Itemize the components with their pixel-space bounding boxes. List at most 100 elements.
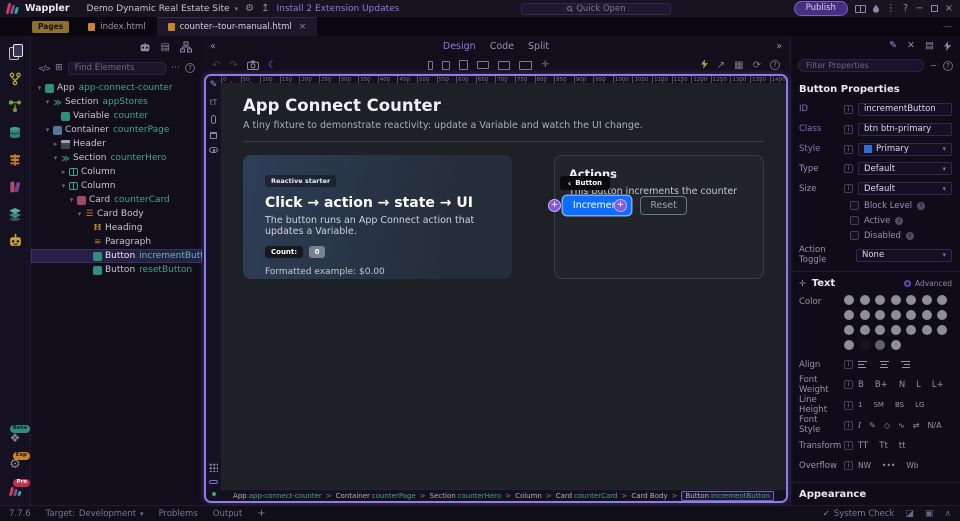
share-export-icon[interactable]: ↗ bbox=[717, 60, 725, 71]
trash-icon[interactable]: ▣ bbox=[925, 509, 934, 519]
pages-badge[interactable]: Pages bbox=[32, 21, 69, 33]
properties-tab-icon[interactable]: ✎ bbox=[889, 40, 897, 51]
font-style-italic[interactable]: I bbox=[858, 421, 861, 430]
font-style-squiggle[interactable]: ∿ bbox=[898, 421, 905, 430]
screenshot-camera-icon[interactable] bbox=[247, 60, 259, 70]
color-swatch-23[interactable] bbox=[875, 340, 885, 350]
system-check-button[interactable]: ✓ System Check bbox=[823, 509, 895, 519]
dark-mode-moon-icon[interactable]: ☾ bbox=[268, 60, 277, 71]
expand-chevron-icon[interactable]: ▾ bbox=[35, 84, 44, 92]
tab-index-html[interactable]: index.html bbox=[77, 17, 156, 36]
line-height-sm[interactable]: SM bbox=[873, 401, 883, 409]
blocks-layers-icon[interactable] bbox=[0, 200, 30, 227]
style-select[interactable]: Primary ▾ bbox=[858, 143, 952, 156]
hero-card[interactable]: Reactive starter Click → action → state … bbox=[243, 155, 512, 279]
collapse-statusbar-icon[interactable]: ∧ bbox=[944, 509, 951, 519]
color-swatch-8[interactable] bbox=[860, 310, 870, 320]
tree-item-countercard[interactable]: ▾CardcounterCard bbox=[31, 193, 202, 207]
preview-eye-icon[interactable] bbox=[209, 147, 218, 153]
font-weight-b[interactable]: B+ bbox=[875, 380, 888, 390]
transform-tt[interactable]: Tt bbox=[879, 441, 888, 451]
align-left-icon[interactable] bbox=[858, 361, 868, 368]
device-tablet-icon[interactable] bbox=[459, 60, 468, 70]
advanced-toggle[interactable]: Advanced bbox=[904, 279, 952, 288]
device-phablet-icon[interactable] bbox=[442, 61, 450, 70]
device-frame-icon[interactable] bbox=[211, 115, 216, 124]
ruler-toggle-icon[interactable] bbox=[209, 480, 218, 484]
color-swatch-7[interactable] bbox=[844, 310, 854, 320]
quick-actions-lightning-icon[interactable] bbox=[701, 59, 708, 72]
events-lightning-icon[interactable] bbox=[944, 41, 951, 51]
help-icon[interactable]: ? bbox=[770, 60, 780, 70]
routing-signpost-icon[interactable] bbox=[0, 146, 30, 173]
align-right-icon[interactable] bbox=[900, 361, 910, 368]
color-swatch-2[interactable] bbox=[875, 295, 885, 305]
color-swatch-18[interactable] bbox=[906, 325, 916, 335]
tree-item-counterhero[interactable]: ▾≫SectioncounterHero bbox=[31, 151, 202, 165]
tree-item-app-connect-counter[interactable]: ▾Appapp-connect-counter bbox=[31, 81, 202, 95]
workflows-icon[interactable] bbox=[0, 65, 30, 92]
font-weight-b[interactable]: B bbox=[858, 380, 864, 390]
line-height-lg[interactable]: LG bbox=[915, 401, 924, 409]
grid-toggle-icon[interactable] bbox=[209, 463, 218, 472]
expand-chevron-icon[interactable]: ▸ bbox=[59, 168, 68, 176]
undo-icon[interactable]: ↶ bbox=[212, 60, 220, 71]
design-palette-icon[interactable] bbox=[0, 173, 30, 200]
expand-chevron-icon[interactable]: ▾ bbox=[75, 210, 84, 218]
color-swatch-16[interactable] bbox=[875, 325, 885, 335]
breadcrumb-item-counterhero[interactable]: SectioncounterHero bbox=[430, 492, 502, 500]
experimental-icon[interactable]: ⚙ Exp bbox=[0, 451, 30, 478]
output-button[interactable]: Output bbox=[213, 509, 243, 519]
minimize-button[interactable]: − bbox=[915, 4, 923, 14]
color-swatch-17[interactable] bbox=[891, 325, 901, 335]
breadcrumb-item-column[interactable]: Column bbox=[515, 492, 542, 500]
tree-item-counter[interactable]: Variablecounter bbox=[31, 109, 202, 123]
tab-close-icon[interactable]: × bbox=[299, 22, 307, 32]
layout-panels-icon[interactable] bbox=[855, 5, 866, 13]
align-center-icon[interactable] bbox=[879, 361, 889, 368]
color-swatch-0[interactable] bbox=[844, 295, 854, 305]
expand-chevron-icon[interactable]: ▾ bbox=[59, 182, 68, 190]
refresh-icon[interactable]: ⟳ bbox=[753, 60, 761, 71]
tree-item-heading[interactable]: HHeading bbox=[31, 221, 202, 235]
publish-button[interactable]: Publish bbox=[794, 1, 848, 16]
color-swatch-4[interactable] bbox=[906, 295, 916, 305]
overflow-wb[interactable]: Wb bbox=[906, 461, 918, 470]
settings-gear-icon[interactable]: ⚙ bbox=[245, 4, 254, 14]
add-after-button[interactable]: + bbox=[614, 199, 627, 212]
filter-properties-input[interactable] bbox=[798, 59, 924, 72]
breadcrumb-item-countercard[interactable]: CardcounterCard bbox=[556, 492, 618, 500]
quick-open-button[interactable]: Quick Open bbox=[521, 3, 671, 15]
database-icon[interactable] bbox=[0, 119, 30, 146]
size-select[interactable]: Default ▾ bbox=[858, 182, 952, 195]
font-weight-n[interactable]: N bbox=[899, 380, 905, 390]
overflow-[interactable]: ••• bbox=[882, 461, 895, 470]
server-connect-icon[interactable] bbox=[0, 92, 30, 119]
color-swatch-12[interactable] bbox=[922, 310, 932, 320]
app-structure-tree-icon[interactable] bbox=[180, 41, 192, 53]
help-icon[interactable]: ? bbox=[943, 61, 953, 71]
apps-grid-icon[interactable]: ▦ bbox=[734, 60, 743, 71]
expand-chevron-icon[interactable]: ▾ bbox=[43, 98, 52, 106]
add-panel-button[interactable]: + bbox=[257, 508, 265, 519]
help-icon[interactable]: ? bbox=[185, 63, 195, 73]
redo-icon[interactable]: ↷ bbox=[229, 60, 237, 71]
device-phone-icon[interactable] bbox=[428, 61, 433, 70]
color-swatch-13[interactable] bbox=[937, 310, 947, 320]
device-desktop-icon[interactable] bbox=[498, 61, 510, 70]
tree-item-column[interactable]: ▾Column bbox=[31, 179, 202, 193]
drag-handle-icon[interactable]: ✛ bbox=[799, 279, 806, 288]
color-swatch-22[interactable] bbox=[860, 340, 870, 350]
color-swatch-11[interactable] bbox=[906, 310, 916, 320]
font-style-not-applicable[interactable]: N/A bbox=[927, 421, 941, 430]
kebab-menu-icon[interactable]: ⋮ bbox=[886, 4, 896, 14]
device-tv-icon[interactable] bbox=[519, 61, 532, 70]
pages-manager-icon[interactable] bbox=[0, 38, 30, 65]
tabbar-overflow-icon[interactable]: — bbox=[943, 22, 952, 32]
expand-chevron-icon[interactable]: ▾ bbox=[43, 126, 52, 134]
tab-code[interactable]: Code bbox=[490, 41, 514, 52]
extensions-icon[interactable]: ❖ Beta bbox=[0, 424, 30, 451]
breadcrumb-item-card-body[interactable]: Card Body bbox=[631, 492, 667, 500]
expand-chevron-icon[interactable]: ▾ bbox=[67, 196, 76, 204]
page-outline-icon[interactable]: ▤ bbox=[161, 42, 170, 53]
